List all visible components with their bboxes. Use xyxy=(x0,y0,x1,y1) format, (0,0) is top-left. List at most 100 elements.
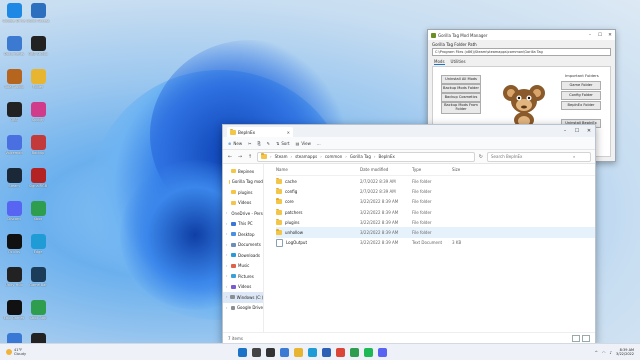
tray-overflow-icon[interactable]: ^ xyxy=(595,350,598,355)
nav-item[interactable]: › Pictures xyxy=(223,271,263,282)
desktop-shortcut[interactable]: Quick Access xyxy=(25,3,51,23)
uninstall-all-mods-button[interactable]: Uninstall All Mods xyxy=(441,75,481,84)
desktop-shortcut[interactable]: Epic Games xyxy=(1,300,27,320)
store-icon[interactable] xyxy=(322,347,331,357)
desktop-shortcut[interactable]: Xbox xyxy=(25,201,51,221)
breadcrumb-item[interactable]: Gorilla Tag xyxy=(350,154,371,159)
chevron-right-icon[interactable]: › xyxy=(226,243,229,247)
file-row[interactable]: core 3/22/2022 8:39 AM File folder xyxy=(276,197,595,207)
nav-item[interactable]: › Windows (C:) xyxy=(223,292,263,303)
desktop-shortcut[interactable]: Game Bar xyxy=(25,267,51,287)
tab-utilities[interactable]: Utilities xyxy=(451,59,466,65)
file-row[interactable]: LogOutput 3/22/2022 8:39 AM Text Document 3… xyxy=(276,238,595,248)
maximize-icon[interactable]: ☐ xyxy=(595,33,605,38)
chrome-icon[interactable] xyxy=(336,347,345,357)
desktop-shortcut[interactable]: Xbox App xyxy=(25,300,51,320)
nav-item[interactable]: plugins xyxy=(223,187,263,198)
close-icon[interactable]: ✕ xyxy=(605,33,615,38)
nav-item[interactable]: › Videos xyxy=(223,282,263,293)
breadcrumb-item[interactable]: BepInEx xyxy=(379,154,395,159)
weather-widget[interactable]: 41°F Cloudy xyxy=(0,348,66,356)
nav-item[interactable]: › OneDrive - Perso xyxy=(223,208,263,219)
desktop-shortcut[interactable]: Unity Hub xyxy=(1,267,27,287)
file-row[interactable]: patchers 3/22/2022 8:39 AM File folder xyxy=(276,207,595,217)
folder-path-field[interactable]: C:\Program Files (x86)\Steam\steamapps\c… xyxy=(432,48,611,56)
chevron-right-icon[interactable]: › xyxy=(226,285,229,289)
view-button[interactable]: ▤ View xyxy=(296,141,311,146)
explorer-tab[interactable]: BepInEx ✕ xyxy=(227,127,293,137)
nav-item[interactable]: › Downloads xyxy=(223,250,263,261)
backup-mods-from-folder-button[interactable]: Backup Mods From Folder xyxy=(441,102,481,114)
column-header-date[interactable]: Date modified xyxy=(360,167,412,172)
chevron-right-icon[interactable]: › xyxy=(226,222,229,226)
search-icon[interactable] xyxy=(252,347,261,357)
minimize-icon[interactable]: – xyxy=(559,128,571,134)
xbox-icon[interactable] xyxy=(350,347,359,357)
nav-item[interactable]: › Documents xyxy=(223,240,263,251)
nav-item[interactable]: › Google Drive xyxy=(223,303,263,314)
desktop-shortcut[interactable]: Spotify xyxy=(25,102,51,122)
desktop-shortcut[interactable]: Folder xyxy=(25,69,51,89)
nav-item[interactable]: › Desktop xyxy=(223,229,263,240)
desktop-shortcut[interactable]: Discord xyxy=(1,201,27,221)
new-button[interactable]: ⊕ New xyxy=(228,141,242,146)
widgets-icon[interactable] xyxy=(280,347,289,357)
nav-item[interactable]: Bepinex xyxy=(223,166,263,177)
search-box[interactable]: ⌕ xyxy=(487,151,591,162)
file-row[interactable]: config 2/7/2022 8:39 AM File folder xyxy=(276,186,595,196)
file-row[interactable]: unhollow 3/22/2022 8:39 AM File folder xyxy=(276,227,595,238)
volume-icon[interactable]: ♪ xyxy=(609,350,612,355)
game-folder-button[interactable]: Game Folder xyxy=(561,81,601,90)
desktop-shortcut[interactable]: Steam xyxy=(1,168,27,188)
breadcrumb-item[interactable]: steamapps xyxy=(295,154,317,159)
column-header-name[interactable]: Name xyxy=(276,167,360,172)
desktop-shortcut[interactable]: Google Drive xyxy=(1,3,27,23)
bepinex-folder-button[interactable]: BepInEx Folder xyxy=(561,101,601,110)
file-row[interactable]: plugins 3/22/2022 8:39 AM File folder xyxy=(276,217,595,227)
address-bar[interactable]: › Steam › steamapps › common › Gorilla T… xyxy=(257,151,475,162)
column-header-size[interactable]: Size xyxy=(452,167,476,172)
file-row[interactable]: cache 2/7/2022 8:39 AM File folder xyxy=(276,176,595,186)
mod-manager-titlebar[interactable]: Gorilla Tag Mod Manager – ☐ ✕ xyxy=(428,30,615,40)
discord-icon[interactable] xyxy=(378,347,387,357)
chevron-right-icon[interactable]: › xyxy=(226,295,228,299)
rename-icon[interactable]: ✎ xyxy=(267,141,270,146)
tiles-view-icon[interactable] xyxy=(582,334,590,342)
refresh-icon[interactable]: ↻ xyxy=(479,154,483,160)
chevron-right-icon[interactable]: › xyxy=(226,264,229,268)
chevron-right-icon[interactable]: › xyxy=(226,253,229,257)
desktop-shortcut[interactable]: OBS xyxy=(1,102,27,122)
desktop-shortcut[interactable]: Backup xyxy=(25,135,51,155)
up-icon[interactable]: ↑ xyxy=(247,154,253,160)
config-folder-button[interactable]: Config Folder xyxy=(561,91,601,100)
spotify-icon[interactable] xyxy=(364,347,373,357)
desktop-shortcut[interactable]: Voicemod xyxy=(1,135,27,155)
backup-mods-folder-button[interactable]: Backup Mods Folder xyxy=(441,84,481,93)
chevron-right-icon[interactable]: › xyxy=(226,274,229,278)
nav-item[interactable]: Videos xyxy=(223,198,263,209)
task-view-icon[interactable] xyxy=(266,347,275,357)
nav-item[interactable]: › This PC xyxy=(223,219,263,230)
edge-icon[interactable] xyxy=(308,347,317,357)
clock[interactable]: 8:39 AM 3/22/2022 xyxy=(616,348,634,356)
sort-button[interactable]: ⇅ Sort xyxy=(276,141,290,146)
desktop-shortcut[interactable]: Edge xyxy=(25,234,51,254)
close-icon[interactable]: ✕ xyxy=(583,128,595,134)
explorer-titlebar[interactable]: BepInEx ✕ – ☐ ✕ xyxy=(223,125,595,137)
desktop-shortcut[interactable]: Total Audio xyxy=(1,69,27,89)
desktop-shortcut[interactable]: Oculus xyxy=(1,234,27,254)
desktop-shortcut[interactable]: Documents xyxy=(1,36,27,56)
close-tab-icon[interactable]: ✕ xyxy=(287,130,290,135)
chevron-right-icon[interactable]: › xyxy=(226,306,229,310)
breadcrumb-item[interactable]: common xyxy=(325,154,342,159)
backup-cosmetics-button[interactable]: Backup Cosmetics xyxy=(441,93,481,102)
tab-mods[interactable]: Mods xyxy=(434,59,445,65)
minimize-icon[interactable]: – xyxy=(585,33,595,38)
chevron-right-icon[interactable]: › xyxy=(226,232,229,236)
chevron-right-icon[interactable]: › xyxy=(226,211,227,215)
details-view-icon[interactable] xyxy=(572,334,580,342)
maximize-icon[interactable]: ☐ xyxy=(571,128,583,134)
nav-item[interactable]: Gorilla Tag mod xyxy=(223,177,263,188)
desktop-shortcut[interactable]: OBS Studio xyxy=(25,36,51,56)
desktop-shortcut[interactable]: SignalRGB xyxy=(25,168,51,188)
